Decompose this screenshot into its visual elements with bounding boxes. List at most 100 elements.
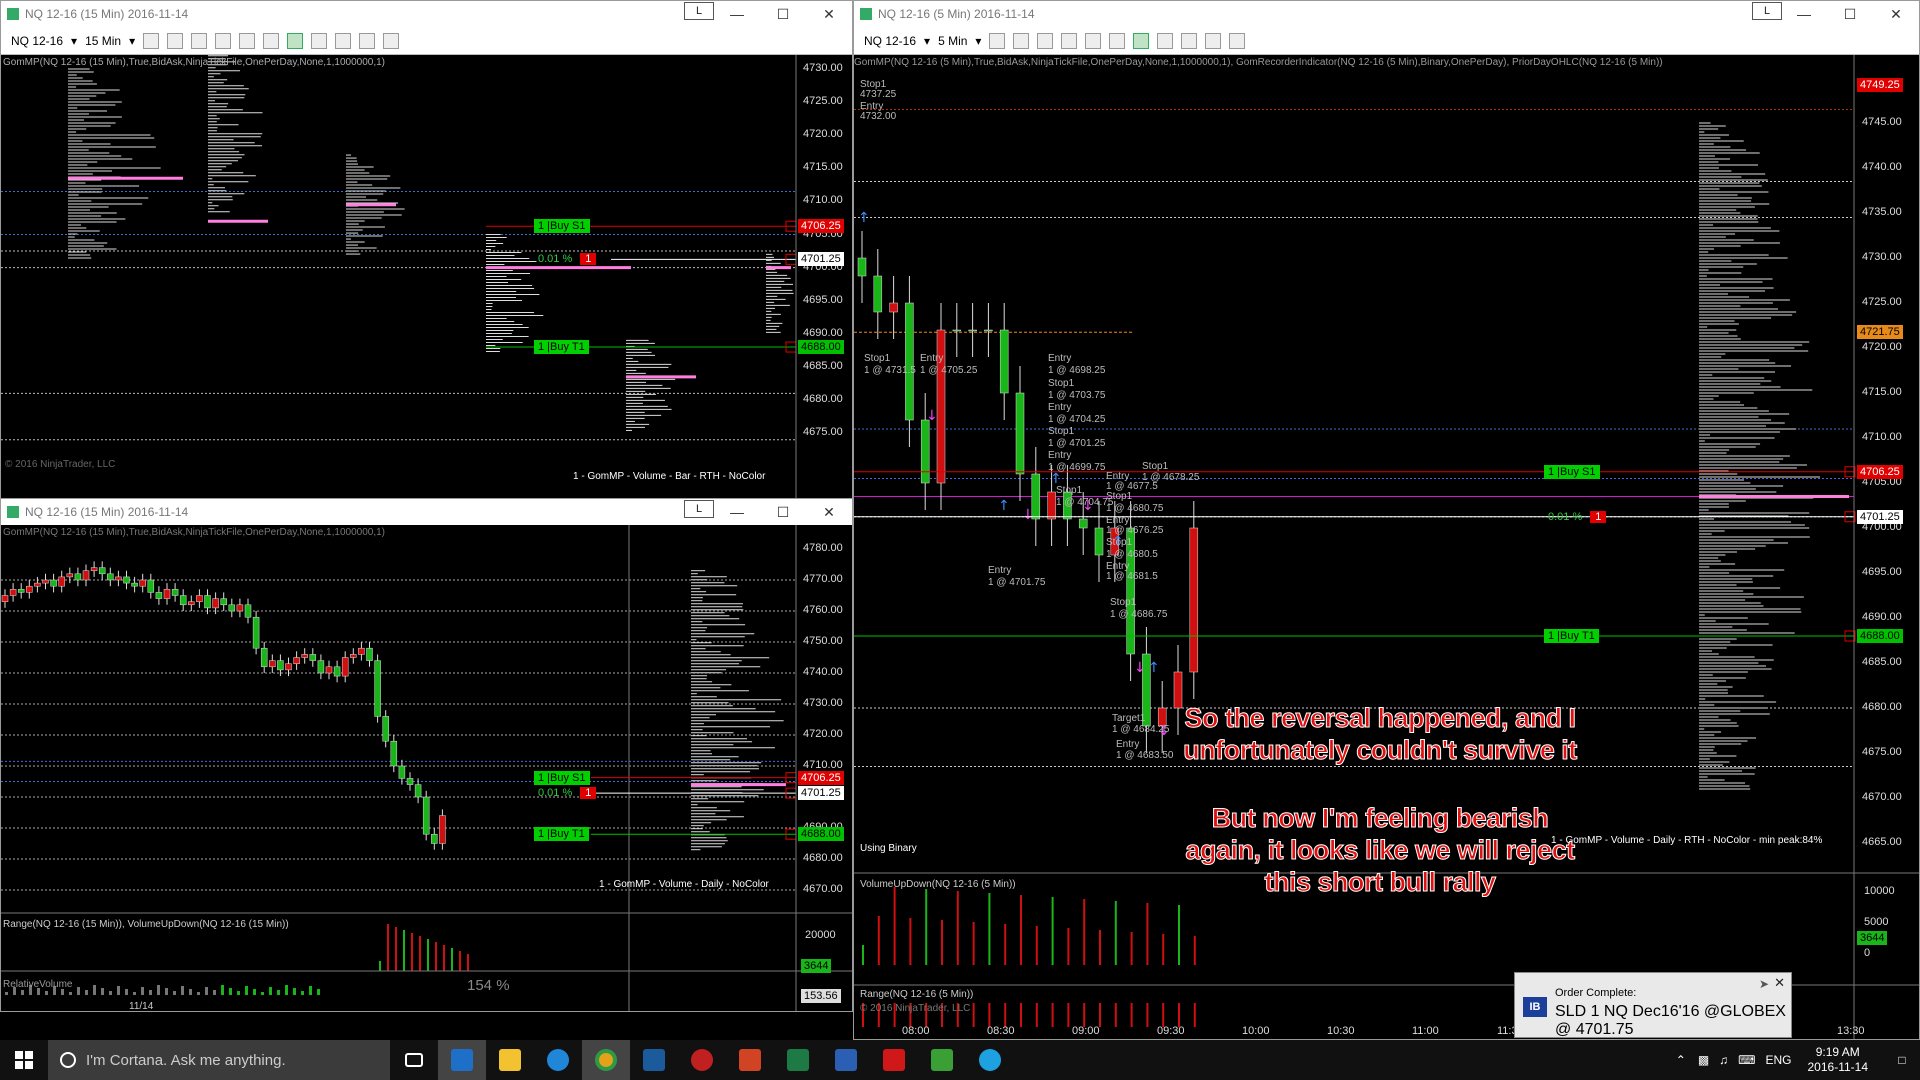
- order-label[interactable]: 1 |Buy T1: [534, 340, 589, 355]
- order-label[interactable]: 1 |Buy S1: [534, 219, 590, 234]
- order-label[interactable]: 0.01 % 1: [534, 252, 600, 266]
- chart-style-icon[interactable]: [989, 32, 1006, 49]
- chevron-down-icon[interactable]: ▾: [924, 34, 930, 48]
- task-view-icon[interactable]: [390, 1040, 438, 1080]
- price-chart[interactable]: [1, 525, 852, 1011]
- language-indicator[interactable]: ENG: [1765, 1053, 1791, 1067]
- clock[interactable]: 9:19 AM 2016-11-14: [1808, 1045, 1869, 1075]
- title-bar[interactable]: NQ 12-16 (15 Min) 2016-11-14 L — ☐ ✕: [1, 499, 852, 525]
- file-explorer-icon[interactable]: [486, 1040, 534, 1080]
- chart-trader-icon[interactable]: [1133, 32, 1150, 49]
- interval-selector[interactable]: 15 Min: [85, 34, 121, 48]
- price-tick-label: 4735.00: [1862, 206, 1902, 218]
- candle-body: [163, 589, 171, 599]
- strategies-icon[interactable]: [359, 32, 376, 49]
- eraser-icon[interactable]: [1061, 32, 1078, 49]
- range-bar: [1083, 1003, 1086, 1027]
- order-label[interactable]: 1 |Buy S1: [534, 770, 590, 785]
- data-box-icon[interactable]: [311, 32, 328, 49]
- keyboard-icon[interactable]: ⌨: [1738, 1053, 1755, 1067]
- pin-icon[interactable]: ➤: [1759, 977, 1769, 991]
- outlook-icon[interactable]: [438, 1040, 486, 1080]
- cursor-icon[interactable]: [1085, 32, 1102, 49]
- word-icon[interactable]: [822, 1040, 870, 1080]
- instrument-selector[interactable]: NQ 12-16: [11, 34, 63, 48]
- ninjatrader-icon[interactable]: [678, 1040, 726, 1080]
- maximize-icon[interactable]: ☐: [760, 504, 806, 521]
- order-label[interactable]: 0.01 % 1: [534, 786, 600, 800]
- link-button[interactable]: L: [684, 500, 714, 518]
- chrome-icon[interactable]: [582, 1040, 630, 1080]
- relvol-bar: [149, 990, 152, 995]
- properties-icon[interactable]: [1229, 32, 1246, 49]
- title-bar[interactable]: NQ 12-16 (15 Min) 2016-11-14 L — ☐ ✕: [1, 1, 852, 27]
- cursor-icon[interactable]: [239, 32, 256, 49]
- chart-window-top-left[interactable]: NQ 12-16 (15 Min) 2016-11-14 L — ☐ ✕ NQ 12…: [0, 0, 853, 500]
- pencil-icon[interactable]: [1013, 32, 1030, 49]
- order-label[interactable]: 1 |Buy T1: [534, 827, 589, 842]
- strategies-icon[interactable]: [1205, 32, 1222, 49]
- notification-icon[interactable]: □: [1884, 1053, 1920, 1067]
- marker-icon[interactable]: [1037, 32, 1054, 49]
- order-label[interactable]: 1 |Buy T1: [1544, 629, 1599, 643]
- zoom-icon[interactable]: [1109, 32, 1126, 49]
- price-panel[interactable]: GomMP(NQ 12-16 (15 Min),True,BidAsk,Ninj…: [1, 55, 852, 499]
- chart-trader-icon[interactable]: [287, 32, 304, 49]
- data-box-icon[interactable]: [1157, 32, 1174, 49]
- windows-start-icon[interactable]: [0, 1040, 48, 1080]
- trade-arrow: ↑: [858, 210, 870, 226]
- powerpoint-icon[interactable]: [726, 1040, 774, 1080]
- candle-body: [196, 595, 203, 602]
- marker-icon[interactable]: [191, 32, 208, 49]
- cortana-search[interactable]: I'm Cortana. Ask me anything.: [48, 1040, 390, 1080]
- chevron-down-icon[interactable]: ▾: [975, 34, 981, 48]
- instrument-selector[interactable]: NQ 12-16: [864, 34, 916, 48]
- skype-icon[interactable]: [966, 1040, 1014, 1080]
- price-badge: 4701.25: [1857, 509, 1903, 524]
- order-notification[interactable]: IB Order Complete: SLD 1 NQ Dec16'16 @GL…: [1514, 972, 1792, 1038]
- properties-icon[interactable]: [383, 32, 400, 49]
- zoom-icon[interactable]: [263, 32, 280, 49]
- interval-selector[interactable]: 5 Min: [938, 34, 967, 48]
- chevron-up-icon[interactable]: ⌃: [1676, 1053, 1686, 1067]
- link-button[interactable]: L: [1752, 2, 1782, 20]
- price-chart[interactable]: [1, 55, 852, 499]
- close-icon[interactable]: ✕: [806, 504, 852, 521]
- range-bar: [1020, 1003, 1022, 1027]
- app-icon-red[interactable]: [870, 1040, 918, 1080]
- title-bar[interactable]: NQ 12-16 (5 Min) 2016-11-14 L — ☐ ✕: [854, 1, 1919, 27]
- indicators-icon[interactable]: [335, 32, 352, 49]
- chevron-down-icon[interactable]: ▾: [129, 34, 135, 48]
- app-icon-green[interactable]: [918, 1040, 966, 1080]
- price-tick-label: 4710.00: [1862, 431, 1902, 443]
- order-label[interactable]: 1 |Buy S1: [1544, 464, 1600, 479]
- eraser-icon[interactable]: [215, 32, 232, 49]
- candle-body: [277, 660, 284, 671]
- indicators-icon[interactable]: [1181, 32, 1198, 49]
- maximize-icon[interactable]: ☐: [760, 6, 806, 23]
- candle-body: [26, 585, 33, 593]
- tws-icon[interactable]: [630, 1040, 678, 1080]
- minimize-icon[interactable]: —: [714, 504, 760, 520]
- order-label[interactable]: 0.01 % 1: [1544, 510, 1610, 524]
- chevron-down-icon[interactable]: ▾: [71, 34, 77, 48]
- pencil-icon[interactable]: [167, 32, 184, 49]
- chart-window-bottom-left[interactable]: NQ 12-16 (15 Min) 2016-11-14 L — ☐ ✕ GomMP…: [0, 498, 853, 1012]
- edge-icon[interactable]: [534, 1040, 582, 1080]
- network-icon[interactable]: ▩: [1698, 1053, 1709, 1067]
- close-icon[interactable]: ✕: [1774, 975, 1785, 991]
- candle-body: [293, 657, 300, 664]
- volume-bar: [467, 954, 469, 971]
- excel-icon[interactable]: [774, 1040, 822, 1080]
- link-button[interactable]: L: [684, 2, 714, 20]
- volume-icon[interactable]: ♫: [1719, 1053, 1728, 1067]
- price-panel[interactable]: GomMP(NQ 12-16 (15 Min),True,BidAsk,Ninj…: [1, 525, 852, 1011]
- minimize-icon[interactable]: —: [714, 6, 760, 22]
- maximize-icon[interactable]: ☐: [1827, 6, 1873, 23]
- close-icon[interactable]: ✕: [1873, 6, 1919, 23]
- chart-style-icon[interactable]: [143, 32, 160, 49]
- minimize-icon[interactable]: —: [1781, 6, 1827, 22]
- close-icon[interactable]: ✕: [806, 6, 852, 23]
- relvol-bar: [253, 989, 256, 995]
- volume-bar: [909, 918, 912, 965]
